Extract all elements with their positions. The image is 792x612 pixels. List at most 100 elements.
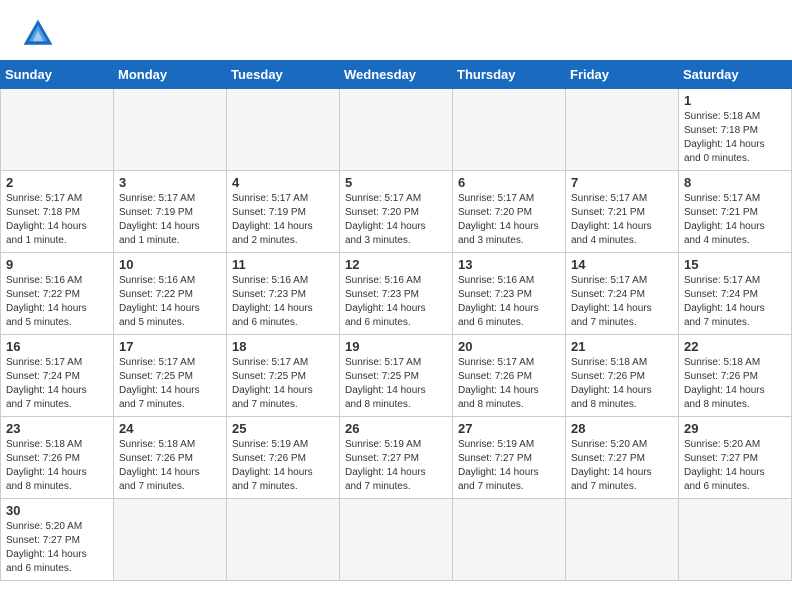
weekday-sunday: Sunday: [1, 61, 114, 89]
calendar-cell: 22Sunrise: 5:18 AM Sunset: 7:26 PM Dayli…: [679, 335, 792, 417]
calendar-cell: 30 Sunrise: 5:20 AM Sunset: 7:27 PM Dayli…: [1, 499, 114, 581]
day-info: Sunrise: 5:16 AM Sunset: 7:23 PM Dayligh…: [458, 274, 560, 330]
day-info: Sunrise: 5:17 AM Sunset: 7:25 PM Dayligh…: [345, 356, 447, 412]
day-number: 23: [6, 421, 108, 436]
calendar-cell: 21 Sunrise: 5:18 AM Sunset: 7:26 PM Dayli…: [566, 335, 679, 417]
day-number: 20: [458, 339, 560, 354]
calendar-cell: [679, 499, 792, 581]
day-number: 30: [6, 503, 108, 518]
day-number: 22: [684, 339, 786, 354]
calendar-cell: [453, 89, 566, 171]
calendar-cell: [114, 499, 227, 581]
calendar-cell: 23 Sunrise: 5:18 AM Sunset: 7:26 PM Dayli…: [1, 417, 114, 499]
calendar-cell: 19 Sunrise: 5:17 AM Sunset: 7:25 PM Dayli…: [340, 335, 453, 417]
day-number: 15: [684, 257, 786, 272]
day-info: Sunrise: 5:19 AM Sunset: 7:27 PM Dayligh…: [458, 438, 560, 494]
day-info: Sunrise: 5:16 AM Sunset: 7:22 PM Dayligh…: [6, 274, 108, 330]
calendar-cell: 5Sunrise: 5:17 AM Sunset: 7:20 PM Daylig…: [340, 171, 453, 253]
calendar-cell: 26 Sunrise: 5:19 AM Sunset: 7:27 PM Dayli…: [340, 417, 453, 499]
day-number: 27: [458, 421, 560, 436]
day-number: 1: [684, 93, 786, 108]
day-info: Sunrise: 5:17 AM Sunset: 7:26 PM Dayligh…: [458, 356, 560, 412]
day-info: Sunrise: 5:17 AM Sunset: 7:24 PM Dayligh…: [684, 274, 786, 330]
day-info: Sunrise: 5:19 AM Sunset: 7:27 PM Dayligh…: [345, 438, 447, 494]
calendar-cell: 6Sunrise: 5:17 AM Sunset: 7:20 PM Daylig…: [453, 171, 566, 253]
day-info: Sunrise: 5:16 AM Sunset: 7:23 PM Dayligh…: [232, 274, 334, 330]
weekday-saturday: Saturday: [679, 61, 792, 89]
calendar-cell: 10 Sunrise: 5:16 AM Sunset: 7:22 PM Dayli…: [114, 253, 227, 335]
day-info: Sunrise: 5:17 AM Sunset: 7:19 PM Dayligh…: [119, 192, 221, 248]
weekday-monday: Monday: [114, 61, 227, 89]
calendar-table: SundayMondayTuesdayWednesdayThursdayFrid…: [0, 60, 792, 581]
day-info: Sunrise: 5:20 AM Sunset: 7:27 PM Dayligh…: [6, 520, 108, 576]
weekday-thursday: Thursday: [453, 61, 566, 89]
calendar-week-2: 2Sunrise: 5:17 AM Sunset: 7:18 PM Daylig…: [1, 171, 792, 253]
calendar-cell: [227, 499, 340, 581]
day-info: Sunrise: 5:17 AM Sunset: 7:25 PM Dayligh…: [119, 356, 221, 412]
calendar-cell: 3 Sunrise: 5:17 AM Sunset: 7:19 PM Daylig…: [114, 171, 227, 253]
calendar-cell: 25Sunrise: 5:19 AM Sunset: 7:26 PM Dayli…: [227, 417, 340, 499]
calendar-cell: [1, 89, 114, 171]
day-number: 10: [119, 257, 221, 272]
day-number: 6: [458, 175, 560, 190]
calendar-cell: 14Sunrise: 5:17 AM Sunset: 7:24 PM Dayli…: [566, 253, 679, 335]
calendar-week-5: 23 Sunrise: 5:18 AM Sunset: 7:26 PM Dayli…: [1, 417, 792, 499]
day-number: 12: [345, 257, 447, 272]
calendar-cell: 13 Sunrise: 5:16 AM Sunset: 7:23 PM Dayli…: [453, 253, 566, 335]
calendar-cell: 9 Sunrise: 5:16 AM Sunset: 7:22 PM Daylig…: [1, 253, 114, 335]
calendar-cell: 27 Sunrise: 5:19 AM Sunset: 7:27 PM Dayli…: [453, 417, 566, 499]
day-info: Sunrise: 5:17 AM Sunset: 7:21 PM Dayligh…: [684, 192, 786, 248]
day-number: 26: [345, 421, 447, 436]
day-number: 4: [232, 175, 334, 190]
calendar-cell: [114, 89, 227, 171]
day-number: 2: [6, 175, 108, 190]
calendar-cell: 7 Sunrise: 5:17 AM Sunset: 7:21 PM Daylig…: [566, 171, 679, 253]
calendar-cell: [566, 499, 679, 581]
day-number: 13: [458, 257, 560, 272]
calendar-cell: 15 Sunrise: 5:17 AM Sunset: 7:24 PM Dayli…: [679, 253, 792, 335]
calendar-cell: 8 Sunrise: 5:17 AM Sunset: 7:21 PM Daylig…: [679, 171, 792, 253]
header: [0, 0, 792, 60]
calendar-cell: 11 Sunrise: 5:16 AM Sunset: 7:23 PM Dayli…: [227, 253, 340, 335]
day-info: Sunrise: 5:16 AM Sunset: 7:23 PM Dayligh…: [345, 274, 447, 330]
day-number: 5: [345, 175, 447, 190]
calendar-cell: 4 Sunrise: 5:17 AM Sunset: 7:19 PM Daylig…: [227, 171, 340, 253]
calendar-cell: [340, 89, 453, 171]
day-number: 8: [684, 175, 786, 190]
day-info: Sunrise: 5:17 AM Sunset: 7:19 PM Dayligh…: [232, 192, 334, 248]
day-number: 7: [571, 175, 673, 190]
weekday-tuesday: Tuesday: [227, 61, 340, 89]
calendar-cell: 18 Sunrise: 5:17 AM Sunset: 7:25 PM Dayli…: [227, 335, 340, 417]
day-number: 19: [345, 339, 447, 354]
day-number: 11: [232, 257, 334, 272]
day-number: 29: [684, 421, 786, 436]
day-number: 14: [571, 257, 673, 272]
day-info: Sunrise: 5:18 AM Sunset: 7:26 PM Dayligh…: [571, 356, 673, 412]
calendar-cell: 1Sunrise: 5:18 AM Sunset: 7:18 PM Daylig…: [679, 89, 792, 171]
calendar-week-6: 30 Sunrise: 5:20 AM Sunset: 7:27 PM Dayli…: [1, 499, 792, 581]
day-number: 3: [119, 175, 221, 190]
day-number: 25: [232, 421, 334, 436]
day-info: Sunrise: 5:16 AM Sunset: 7:22 PM Dayligh…: [119, 274, 221, 330]
calendar-cell: [227, 89, 340, 171]
calendar-cell: 29Sunrise: 5:20 AM Sunset: 7:27 PM Dayli…: [679, 417, 792, 499]
day-number: 18: [232, 339, 334, 354]
day-number: 9: [6, 257, 108, 272]
day-number: 28: [571, 421, 673, 436]
calendar-cell: [566, 89, 679, 171]
calendar-cell: [453, 499, 566, 581]
calendar-cell: 2Sunrise: 5:17 AM Sunset: 7:18 PM Daylig…: [1, 171, 114, 253]
logo-icon: [20, 16, 56, 52]
day-number: 17: [119, 339, 221, 354]
calendar-cell: 12 Sunrise: 5:16 AM Sunset: 7:23 PM Dayli…: [340, 253, 453, 335]
weekday-wednesday: Wednesday: [340, 61, 453, 89]
day-info: Sunrise: 5:17 AM Sunset: 7:25 PM Dayligh…: [232, 356, 334, 412]
calendar-week-3: 9 Sunrise: 5:16 AM Sunset: 7:22 PM Daylig…: [1, 253, 792, 335]
day-number: 21: [571, 339, 673, 354]
calendar-cell: 28Sunrise: 5:20 AM Sunset: 7:27 PM Dayli…: [566, 417, 679, 499]
day-number: 16: [6, 339, 108, 354]
day-info: Sunrise: 5:17 AM Sunset: 7:21 PM Dayligh…: [571, 192, 673, 248]
weekday-header-row: SundayMondayTuesdayWednesdayThursdayFrid…: [1, 61, 792, 89]
day-info: Sunrise: 5:18 AM Sunset: 7:26 PM Dayligh…: [6, 438, 108, 494]
day-number: 24: [119, 421, 221, 436]
